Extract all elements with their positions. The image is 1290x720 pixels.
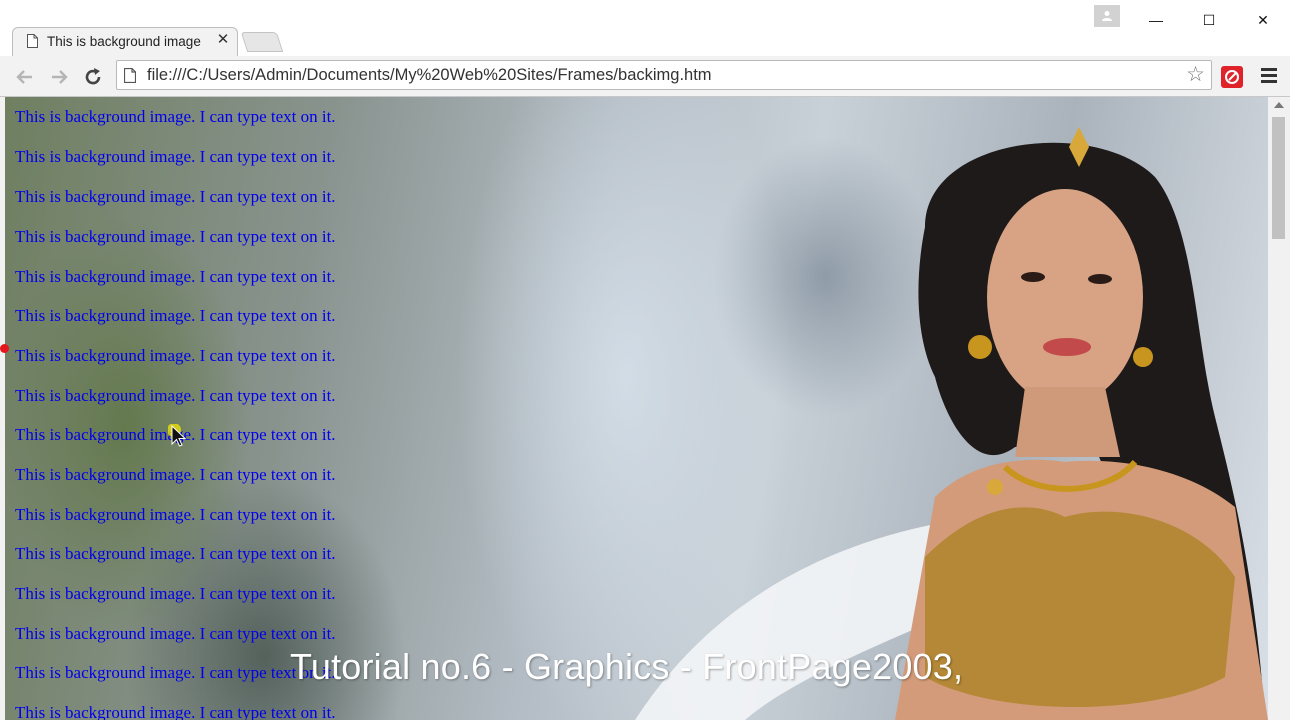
text-line: This is background image. I can type tex… [15, 465, 336, 484]
text-line: This is background image. I can type tex… [15, 386, 336, 405]
text-line: This is background image. I can type tex… [15, 187, 336, 206]
text-line: This is background image. I can type tex… [15, 624, 336, 643]
scroll-up-icon[interactable] [1274, 102, 1284, 108]
profile-icon[interactable] [1094, 5, 1120, 27]
background-image [635, 127, 1268, 720]
title-bar: This is background image ✕ — ☐ ✕ [0, 0, 1290, 56]
extension-icon[interactable] [1221, 66, 1243, 88]
text-line: This is background image. I can type tex… [15, 703, 336, 720]
maximize-button[interactable]: ☐ [1186, 6, 1232, 34]
close-window-button[interactable]: ✕ [1240, 6, 1286, 34]
address-bar[interactable]: file:///C:/Users/Admin/Documents/My%20We… [116, 60, 1212, 90]
new-tab-button[interactable] [240, 32, 284, 52]
text-line: This is background image. I can type tex… [15, 663, 336, 682]
recording-indicator [0, 344, 9, 353]
text-line: This is background image. I can type tex… [15, 227, 336, 246]
minimize-button[interactable]: — [1133, 6, 1179, 34]
text-line: This is background image. I can type tex… [15, 107, 336, 126]
tab-title: This is background image [47, 34, 201, 49]
text-line: This is background image. I can type tex… [15, 147, 336, 166]
reload-icon[interactable] [82, 66, 104, 88]
file-icon [124, 68, 136, 83]
page-icon [27, 34, 38, 48]
text-line: This is background image. I can type tex… [15, 544, 336, 563]
page-viewport: This is background image. I can type tex… [5, 97, 1268, 720]
forward-icon[interactable] [48, 66, 70, 88]
text-line: This is background image. I can type tex… [15, 346, 336, 365]
vertical-scrollbar[interactable] [1268, 97, 1290, 720]
back-icon[interactable] [14, 66, 36, 88]
star-icon[interactable]: ☆ [1186, 64, 1205, 86]
text-line: This is background image. I can type tex… [15, 584, 336, 603]
close-icon[interactable]: ✕ [215, 32, 231, 48]
browser-tab[interactable]: This is background image ✕ [12, 27, 238, 56]
text-line: This is background image. I can type tex… [15, 267, 336, 286]
text-line: This is background image. I can type tex… [15, 505, 336, 524]
scrollbar-thumb[interactable] [1272, 117, 1285, 239]
menu-icon[interactable] [1261, 68, 1277, 84]
mouse-cursor-icon [168, 424, 187, 447]
toolbar: file:///C:/Users/Admin/Documents/My%20We… [0, 56, 1290, 97]
text-line: This is background image. I can type tex… [15, 306, 336, 325]
tutorial-caption: Tutorial no.6 - Graphics - FrontPage2003… [290, 646, 964, 687]
url-text: file:///C:/Users/Admin/Documents/My%20We… [147, 66, 712, 84]
